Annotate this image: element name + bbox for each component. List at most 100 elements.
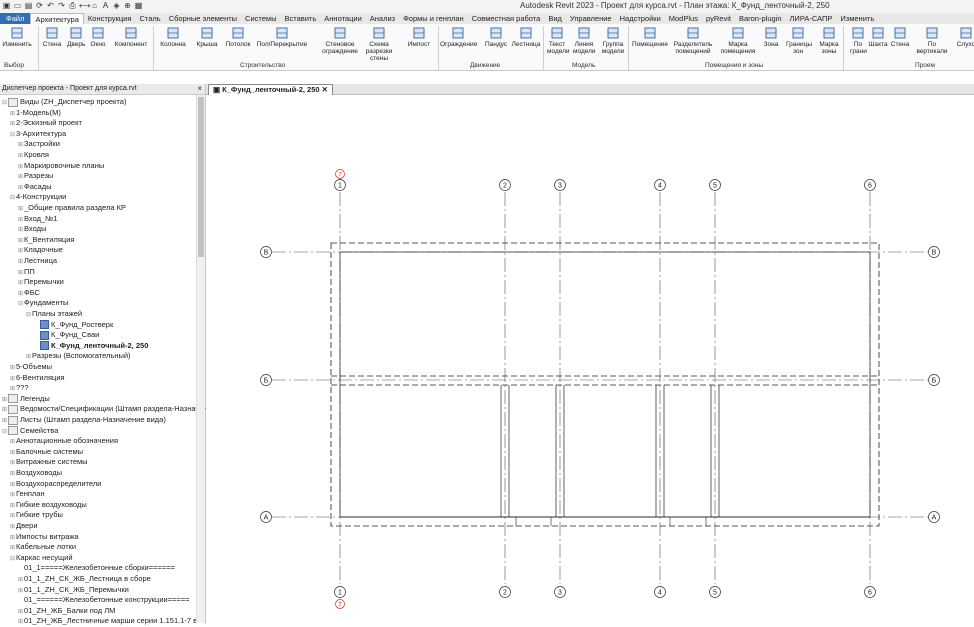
ribbon-button-6[interactable]: Крыша xyxy=(194,26,220,48)
browser-item[interactable]: ⊞Балочные системы xyxy=(10,447,83,457)
tab-2[interactable]: Конструкция xyxy=(84,13,136,24)
open-icon[interactable]: ▭ xyxy=(13,1,22,10)
browser-item[interactable]: 01_======Железобетонные конструкции===== xyxy=(18,595,190,605)
close-hidden-icon[interactable]: ▦ xyxy=(134,1,143,10)
ribbon-button-0[interactable]: Изменить xyxy=(2,26,32,48)
ribbon-button-22[interactable]: Границы зон xyxy=(786,26,812,55)
tab-5[interactable]: Системы xyxy=(241,13,280,24)
tab-10[interactable]: Совместная работа xyxy=(468,13,545,24)
floor-plan-drawing[interactable]: 11223344556677В ВБ БА А xyxy=(206,95,974,624)
tab-15[interactable]: pyRevit xyxy=(702,13,735,24)
print-icon[interactable]: ⎙ xyxy=(68,1,77,10)
tab-7[interactable]: Аннотации xyxy=(320,13,366,24)
ribbon-button-11[interactable]: Импост xyxy=(406,26,432,48)
browser-item[interactable]: ⊟ Семейства xyxy=(2,426,58,436)
browser-item[interactable]: ⊞ПП xyxy=(18,267,35,277)
drawing-canvas[interactable]: 11223344556677ВВББАА xyxy=(206,95,974,624)
browser-item[interactable]: ⊞Входы xyxy=(18,224,46,234)
browser-item[interactable]: ⊞ Листы (Штамп раздела-Назначение вида) xyxy=(2,415,166,425)
ribbon-button-26[interactable]: Стена xyxy=(890,26,910,48)
tab-12[interactable]: Управление xyxy=(566,13,616,24)
undo-icon[interactable]: ↶ xyxy=(46,1,55,10)
tab-11[interactable]: Вид xyxy=(544,13,566,24)
tab-14[interactable]: ModPlus xyxy=(665,13,702,24)
browser-item[interactable]: ⊞Гибкие воздуховоды xyxy=(10,500,87,510)
ribbon-button-28[interactable]: Слухо xyxy=(955,26,974,48)
browser-item[interactable]: ⊞01_1_ZH_СК_ЖБ_Перемычки xyxy=(18,585,129,595)
browser-item[interactable]: 01_1=====Железобетонные сборки====== xyxy=(18,563,175,573)
browser-item[interactable]: ⊞2-Эскизный проект xyxy=(10,118,82,128)
browser-item[interactable]: ⊟Каркас несущий xyxy=(10,553,73,563)
tab-3[interactable]: Сталь xyxy=(135,13,164,24)
browser-item[interactable]: ⊞Воздуховоды xyxy=(10,468,62,478)
browser-item[interactable]: ⊟ Виды (ZH_Диспетчер проекта) xyxy=(2,97,126,107)
browser-item[interactable]: ⊞Воздухораспределители xyxy=(10,479,101,489)
browser-item[interactable]: К_Фунд_Ростверк xyxy=(34,320,113,330)
browser-item[interactable]: ⊞5-Объемы xyxy=(10,362,52,372)
browser-item[interactable]: ⊞Вход_№1 xyxy=(18,214,57,224)
tab-18[interactable]: Изменить xyxy=(836,13,878,24)
ribbon-button-24[interactable]: По грани xyxy=(850,26,867,55)
tab-4[interactable]: Сборные элементы xyxy=(165,13,241,24)
ribbon-button-9[interactable]: Стеновое ограждение xyxy=(320,26,360,55)
browser-item[interactable]: ⊞1-Модель(М) xyxy=(10,108,61,118)
browser-item[interactable]: ⊟Фундаменты xyxy=(18,298,68,308)
text-icon[interactable]: A xyxy=(101,1,110,10)
ribbon-button-16[interactable]: Линия модели xyxy=(573,26,596,55)
browser-item[interactable]: ⊞Аннотационные обозначения xyxy=(10,436,118,446)
ribbon-button-8[interactable]: Пол/Перекрытие xyxy=(256,26,308,48)
redo-icon[interactable]: ↷ xyxy=(57,1,66,10)
browser-item[interactable]: ⊞Импосты витража xyxy=(10,532,79,542)
view-tab[interactable]: ▣ К_Фунд_ленточный-2, 250 ✕ xyxy=(208,84,333,95)
ribbon-button-3[interactable]: Окно xyxy=(88,26,108,48)
browser-item[interactable]: ⊟4-Конструкции xyxy=(10,192,66,202)
browser-item[interactable]: ⊞Кабельные лотки xyxy=(10,542,76,552)
browser-item[interactable]: ⊞6-Вентиляция xyxy=(10,373,65,383)
browser-item[interactable]: ⊞ФБС xyxy=(18,288,40,298)
browser-item[interactable]: ⊟3-Архитектура xyxy=(10,129,66,139)
browser-item[interactable]: ⊞Двери xyxy=(10,521,38,531)
browser-item[interactable]: ⊞Витражные системы xyxy=(10,457,88,467)
browser-item[interactable]: ⊞Лестница xyxy=(18,256,57,266)
browser-item[interactable]: ⊞Генплан xyxy=(10,489,45,499)
ribbon-button-12[interactable]: Ограждение xyxy=(440,26,477,48)
browser-item[interactable]: К_Фунд_Сваи xyxy=(34,330,99,340)
ribbon-button-25[interactable]: Шахта xyxy=(868,26,888,48)
browser-item[interactable]: ⊞Фасады xyxy=(18,182,52,192)
ribbon-button-14[interactable]: Лестница xyxy=(511,26,541,48)
ribbon-button-7[interactable]: Потолок xyxy=(224,26,252,48)
ribbon-button-4[interactable]: Компонент xyxy=(112,26,150,48)
measure-icon[interactable]: ⟷ xyxy=(79,1,90,10)
browser-item[interactable]: ⊞Кладочные xyxy=(18,245,63,255)
browser-item[interactable]: ⊞ Легенды xyxy=(2,394,50,404)
browser-item[interactable]: ⊞Перемычки xyxy=(18,277,64,287)
browser-item[interactable]: ⊞Застройки xyxy=(18,139,60,149)
browser-item[interactable]: ⊞01_1_ZH_СК_ЖБ_Лестница в сборе xyxy=(18,574,151,584)
browser-item[interactable]: ⊞Гибкие трубы xyxy=(10,510,63,520)
ribbon-button-13[interactable]: Пандус xyxy=(484,26,508,48)
sync-icon[interactable]: ⟳ xyxy=(35,1,44,10)
tab-13[interactable]: Надстройки xyxy=(616,13,665,24)
ribbon-button-27[interactable]: По вертикали xyxy=(912,26,952,55)
browser-item[interactable]: ⊞К_Вентиляция xyxy=(18,235,74,245)
browser-item[interactable]: ⊟Планы этажей xyxy=(26,309,82,319)
tab-16[interactable]: Baron-plugin xyxy=(735,13,786,24)
ribbon-button-2[interactable]: Дверь xyxy=(67,26,85,48)
ribbon-button-23[interactable]: Марка зоны xyxy=(816,26,842,55)
tab-0[interactable]: Файл xyxy=(0,13,31,24)
browser-item[interactable]: К_Фунд_ленточный-2, 250 xyxy=(34,341,148,351)
browser-scrollbar[interactable] xyxy=(196,95,205,623)
ribbon-button-15[interactable]: Текст модели xyxy=(547,26,570,55)
browser-item[interactable]: ⊞Кровля xyxy=(18,150,49,160)
ribbon-button-10[interactable]: Схема разрезки стены xyxy=(356,26,402,62)
browser-item[interactable]: ⊞??? xyxy=(10,383,29,393)
ribbon-button-17[interactable]: Группа модели xyxy=(600,26,626,55)
view-3d-icon[interactable]: ◈ xyxy=(112,1,121,10)
ribbon-button-21[interactable]: Зона xyxy=(760,26,782,48)
scrollbar-thumb[interactable] xyxy=(198,97,204,257)
browser-item[interactable]: ⊞01_ZH_ЖБ_Балки под ЛМ xyxy=(18,606,115,616)
ribbon-button-5[interactable]: Колонна xyxy=(158,26,188,48)
browser-item[interactable]: ⊞Маркировочные планы xyxy=(18,161,104,171)
browser-item[interactable]: ⊞Разрезы xyxy=(18,171,53,181)
ribbon-button-18[interactable]: Помещение xyxy=(631,26,669,48)
